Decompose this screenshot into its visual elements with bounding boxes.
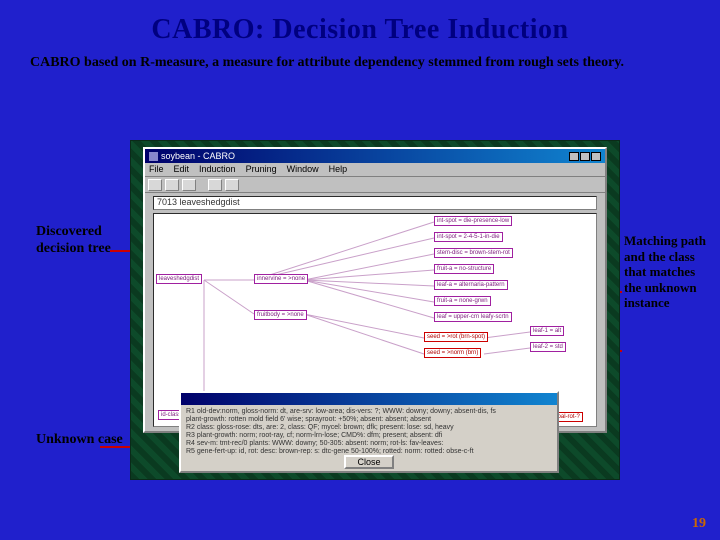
toolbar-button-1[interactable] (148, 179, 162, 191)
toolbar-button-5[interactable] (225, 179, 239, 191)
dialog-body: R1 old-dev:norm, gloss-norm: dt, are-srv… (181, 405, 557, 455)
app-icon (149, 152, 158, 161)
annotation-matching: Matching path and the class that matches… (624, 233, 708, 311)
app-frame: soybean - CABRO File Edit Induction Prun… (130, 140, 620, 480)
menu-pruning[interactable]: Pruning (246, 164, 277, 175)
tree-node[interactable]: innervine = >none (254, 274, 308, 284)
tree-node[interactable]: leaf-a = alternaria-pattern (434, 280, 508, 290)
maximize-icon[interactable] (580, 152, 590, 161)
annotation-discovered: Discovered decision tree (36, 224, 126, 258)
toolbar-button-4[interactable] (208, 179, 222, 191)
toolbar (145, 177, 605, 193)
tree-node[interactable]: leaf-2 = std (530, 342, 566, 352)
menu-window[interactable]: Window (287, 164, 319, 175)
unknown-case-dialog[interactable]: R1 old-dev:norm, gloss-norm: dt, are-srv… (179, 391, 559, 473)
tree-node[interactable]: fruit-a = no-structure (434, 264, 494, 274)
titlebar[interactable]: soybean - CABRO (145, 149, 605, 163)
menu-edit[interactable]: Edit (174, 164, 190, 175)
tree-root[interactable]: leaveshedgdist (156, 274, 202, 284)
tree-node[interactable]: fruit-a = none-grwn (434, 296, 491, 306)
dialog-titlebar[interactable] (181, 393, 557, 405)
tree-node[interactable]: leaf = upper-crn leafy-scrtn (434, 312, 512, 322)
tree-node[interactable]: fruitbody = >none (254, 310, 307, 320)
menu-file[interactable]: File (149, 164, 164, 175)
tree-node[interactable]: int-spot = die-presence-low (434, 216, 512, 226)
tree-node[interactable]: int-spot = 2-4-5-1-in-die (434, 232, 503, 242)
close-icon[interactable] (591, 152, 601, 161)
menu-help[interactable]: Help (329, 164, 348, 175)
address-input[interactable]: 7013 leaveshedgdist (153, 196, 597, 210)
toolbar-button-2[interactable] (165, 179, 179, 191)
slide-title: CABRO: Decision Tree Induction (0, 0, 720, 46)
tree-node[interactable]: leaf-1 = alt (530, 326, 564, 336)
tree-node-match[interactable]: seed = >rot (brn-spot) (424, 332, 488, 342)
tree-node[interactable]: stem-disc = brown-stem-rot (434, 248, 513, 258)
menubar: File Edit Induction Pruning Window Help (145, 163, 605, 177)
slide-subtitle: CABRO based on R-measure, a measure for … (0, 46, 720, 78)
toolbar-button-3[interactable] (182, 179, 196, 191)
close-button[interactable]: Close (344, 455, 394, 469)
minimize-icon[interactable] (569, 152, 579, 161)
title-text: soybean - CABRO (161, 151, 235, 161)
page-number: 19 (692, 516, 706, 532)
menu-induction[interactable]: Induction (199, 164, 236, 175)
tree-node-match[interactable]: seed = >norm (brn) (424, 348, 481, 358)
